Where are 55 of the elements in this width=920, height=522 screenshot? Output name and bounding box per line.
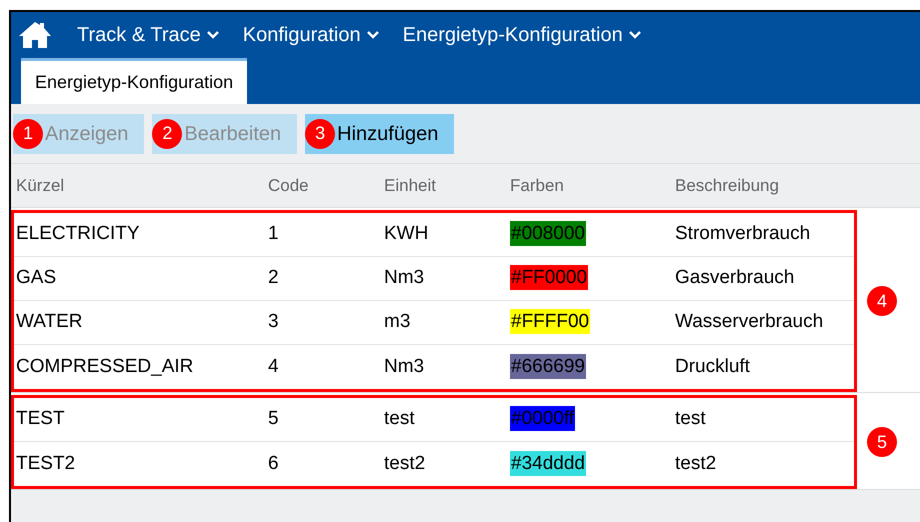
table-cell: 2 — [268, 267, 279, 288]
number-badge: 2 — [152, 118, 182, 148]
color-swatch: #666699 — [510, 354, 586, 379]
table-row[interactable]: GAS 2 Nm3 #FF0000 Gasverbrauch — [14, 257, 854, 301]
nav-menu[interactable]: Track & Trace — [77, 20, 219, 50]
table-row[interactable]: COMPRESSED_AIR 4 Nm3 #666699 Druckluft — [14, 345, 854, 389]
table-cell: test — [384, 408, 415, 430]
table-row[interactable]: ELECTRICITY 1 KWH #008000 Stromverbrauch — [14, 213, 854, 257]
tab[interactable]: Energietyp-Konfiguration — [21, 58, 248, 104]
table-cell: TEST — [16, 408, 65, 430]
table-cell: 1 — [268, 223, 279, 244]
table-cell: m3 — [384, 311, 410, 332]
column-header[interactable]: Farben — [510, 176, 564, 195]
color-swatch: #0000ff — [510, 406, 576, 432]
table-cell: Gasverbrauch — [675, 267, 794, 288]
table-cell: GAS — [16, 267, 56, 288]
table-cell: 4 — [268, 356, 279, 377]
color-swatch: #34dddd — [510, 450, 586, 476]
number-badge: 3 — [305, 118, 336, 148]
chevron-down-icon — [366, 31, 379, 39]
table-cell: Stromverbrauch — [675, 223, 810, 244]
column-header[interactable]: Beschreibung — [675, 176, 779, 195]
column-header[interactable]: Kürzel — [16, 176, 64, 195]
column-header[interactable]: Code — [268, 176, 309, 195]
table-cell: Nm3 — [384, 267, 424, 288]
table-cell: 5 — [268, 408, 279, 430]
color-swatch: #008000 — [510, 221, 586, 246]
table-cell: TEST2 — [16, 452, 76, 474]
nav-menu[interactable]: Konfiguration — [242, 20, 379, 50]
number-badge: 5 — [867, 427, 897, 457]
table-cell: Druckluft — [675, 356, 750, 377]
home-icon[interactable] — [17, 20, 53, 50]
table-cell: test2 — [384, 452, 426, 474]
table-cell: WATER — [16, 311, 82, 332]
table-cell: 3 — [268, 311, 279, 332]
column-header[interactable]: Einheit — [384, 176, 436, 195]
table-cell: COMPRESSED_AIR — [16, 356, 194, 377]
number-badge: 4 — [867, 286, 897, 316]
table-row[interactable]: TEST2 6 test2 #34dddd test2 — [14, 442, 854, 486]
table-row[interactable]: TEST 5 test #0000ff test — [14, 398, 854, 442]
table-cell: ELECTRICITY — [16, 223, 140, 244]
color-swatch: #FF0000 — [510, 265, 588, 290]
color-swatch: #FFFF00 — [510, 309, 590, 334]
table-row[interactable]: WATER 3 m3 #FFFF00 Wasserverbrauch — [14, 301, 854, 345]
chevron-down-icon — [206, 31, 219, 39]
table-cell: Nm3 — [384, 356, 424, 377]
table-cell: test — [675, 408, 706, 430]
number-badge: 1 — [13, 118, 43, 148]
table-cell: KWH — [384, 223, 428, 244]
chevron-down-icon — [628, 31, 641, 39]
table-cell: Wasserverbrauch — [675, 311, 824, 332]
table-cell: 6 — [268, 452, 279, 474]
toolbar-button[interactable]: 3 Hinzufügen — [305, 114, 454, 154]
table-cell: test2 — [675, 452, 716, 474]
nav-menu[interactable]: Energietyp-Konfiguration — [402, 20, 641, 50]
